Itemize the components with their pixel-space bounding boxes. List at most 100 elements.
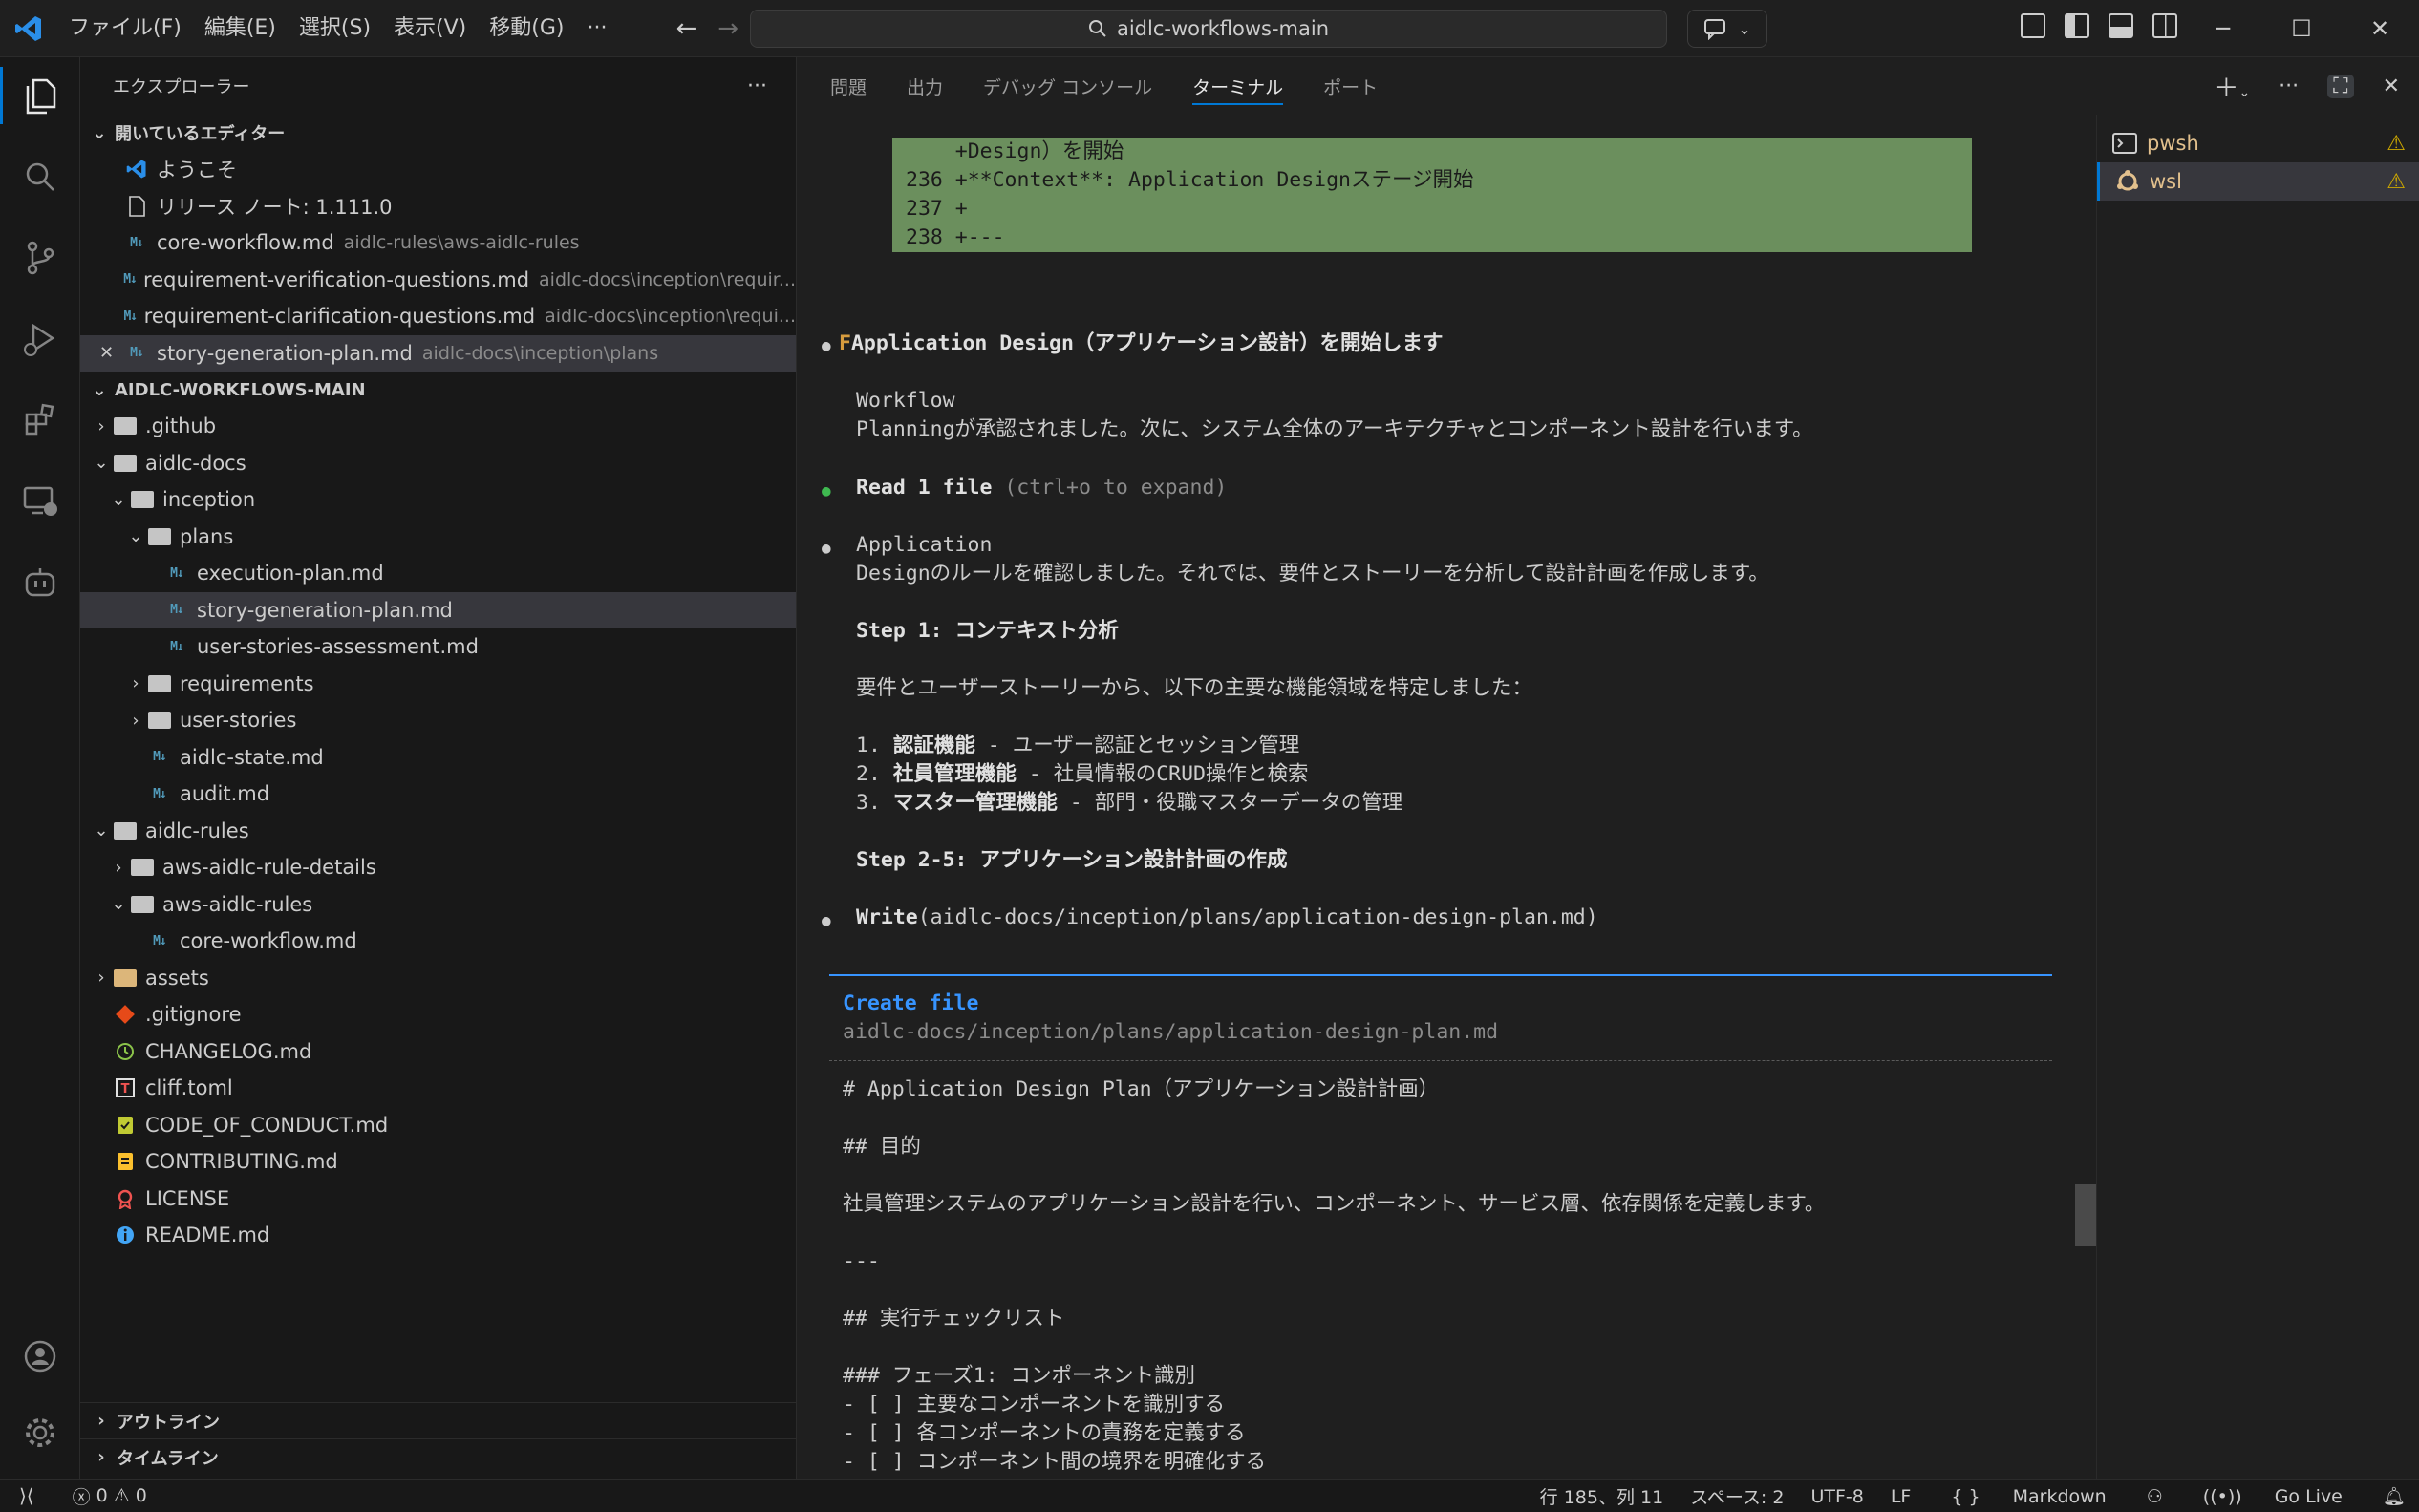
tab-terminal[interactable]: ターミナル bbox=[1192, 57, 1284, 115]
customize-layout-icon[interactable] bbox=[2021, 13, 2045, 38]
tab-problems[interactable]: 問題 bbox=[830, 57, 867, 115]
toggle-primary-sidebar-icon[interactable] bbox=[2065, 13, 2089, 38]
maximize-icon[interactable]: ☐ bbox=[2262, 0, 2341, 57]
extensions-icon[interactable] bbox=[0, 382, 80, 458]
open-editor-item[interactable]: リリース ノート: 1.111.0 bbox=[80, 188, 796, 225]
source-control-icon[interactable] bbox=[0, 220, 80, 296]
maximize-panel-icon[interactable]: ⛶ bbox=[2327, 74, 2354, 98]
explorer-icon[interactable] bbox=[0, 57, 80, 134]
tree-file[interactable]: LICENSE bbox=[80, 1181, 796, 1218]
forward-arrow-icon[interactable]: → bbox=[717, 14, 739, 43]
tree-file[interactable]: M↓ aidlc-state.md bbox=[80, 739, 796, 777]
tree-file[interactable]: CHANGELOG.md bbox=[80, 1033, 796, 1071]
open-editor-item[interactable]: ✕ M↓ story-generation-plan.md aidlc-docs\in… bbox=[80, 334, 796, 372]
menu-more[interactable]: ··· bbox=[575, 0, 618, 57]
tree-file[interactable]: CODE_OF_CONDUCT.md bbox=[80, 1107, 796, 1144]
command-center-search[interactable]: aidlc-workflows-main bbox=[750, 10, 1667, 48]
tree-folder[interactable]: ⌄ aws-aidlc-rules bbox=[80, 886, 796, 924]
tree-file[interactable]: Tcliff.toml bbox=[80, 1070, 796, 1107]
tree-folder[interactable]: ⌄ plans bbox=[80, 519, 796, 556]
tree-folder[interactable]: › requirements bbox=[80, 666, 796, 703]
end-of-line[interactable]: LF bbox=[1877, 1486, 1925, 1507]
open-editor-item[interactable]: ようこそ bbox=[80, 151, 796, 188]
tree-folder[interactable]: ⌄ aidlc-rules bbox=[80, 813, 796, 850]
tab-debug-console[interactable]: デバッグ コンソール bbox=[983, 57, 1152, 115]
chevron-right-icon: › bbox=[97, 1411, 105, 1431]
tree-item-label: aidlc-docs bbox=[145, 451, 246, 475]
terminal-item-pwsh[interactable]: pwsh ⚠ bbox=[2097, 124, 2419, 162]
step1-heading: Step 1: コンテキスト分析 bbox=[856, 619, 1119, 643]
outline-section[interactable]: › アウトライン bbox=[80, 1402, 797, 1438]
menu-selection[interactable]: 選択(S) bbox=[288, 0, 382, 57]
tree-file[interactable]: M↓ execution-plan.md bbox=[80, 555, 796, 592]
tree-file[interactable]: M↓ audit.md bbox=[80, 776, 796, 813]
tree-file[interactable]: M↓ core-workflow.md bbox=[80, 923, 796, 960]
notifications-bell-icon[interactable]: 🔔︎ bbox=[2369, 1485, 2419, 1507]
tree-item-label: aws-aidlc-rules bbox=[162, 892, 313, 916]
copilot-chat-button[interactable]: ⌄ bbox=[1687, 10, 1767, 48]
license-icon bbox=[111, 1188, 139, 1209]
tree-file[interactable]: CONTRIBUTING.md bbox=[80, 1143, 796, 1181]
search-icon[interactable] bbox=[0, 138, 80, 215]
back-arrow-icon[interactable]: ← bbox=[675, 14, 696, 43]
tree-folder[interactable]: › aws-aidlc-rule-details bbox=[80, 849, 796, 886]
tree-folder[interactable]: ⌄ aidlc-docs bbox=[80, 445, 796, 482]
close-icon[interactable]: ✕ bbox=[99, 343, 114, 363]
write-line: Write(aidlc-docs/inception/plans/applica… bbox=[856, 904, 1598, 932]
cursor-position[interactable]: 行 185、列 11 bbox=[1527, 1483, 1678, 1509]
language-mode[interactable]: { } Markdown bbox=[1924, 1486, 2132, 1507]
explorer-sidebar: エクスプローラー ··· ⌄ 開いているエディター ようこそ リリース ノート: … bbox=[80, 57, 797, 1479]
timeline-section[interactable]: › タイムライン bbox=[80, 1438, 797, 1475]
open-editors-section[interactable]: ⌄ 開いているエディター bbox=[80, 115, 796, 151]
menu-go[interactable]: 移動(G) bbox=[478, 0, 575, 57]
copilot-status-icon[interactable]: ⚇ bbox=[2133, 1486, 2176, 1507]
more-actions-icon[interactable]: ··· bbox=[2279, 75, 2299, 98]
open-editor-item[interactable]: M↓ requirement-clarification-questions.md… bbox=[80, 298, 796, 335]
tree-item-label: user-stories-assessment.md bbox=[197, 635, 479, 659]
tree-file[interactable]: M↓ story-generation-plan.md bbox=[80, 591, 796, 628]
new-terminal-icon[interactable]: ＋⌄ bbox=[2214, 69, 2250, 104]
remote-explorer-icon[interactable] bbox=[0, 463, 80, 540]
more-actions-icon[interactable]: ··· bbox=[747, 75, 767, 98]
tab-ports[interactable]: ポート bbox=[1323, 57, 1378, 115]
encoding[interactable]: UTF-8 bbox=[1797, 1486, 1876, 1507]
problems-indicator[interactable]: ⓧ 0 ⚠ 0 bbox=[54, 1483, 147, 1509]
tree-file[interactable]: M↓ user-stories-assessment.md bbox=[80, 628, 796, 666]
go-live-button[interactable]: ((•)) Go Live bbox=[2176, 1486, 2369, 1507]
menu-view[interactable]: 表示(V) bbox=[382, 0, 478, 57]
tree-file[interactable]: .gitignore bbox=[80, 996, 796, 1033]
account-icon[interactable] bbox=[0, 1318, 80, 1395]
copilot-agent-icon[interactable] bbox=[0, 544, 80, 621]
folder-icon bbox=[128, 491, 157, 509]
tree-folder[interactable]: › assets bbox=[80, 960, 796, 997]
tree-folder[interactable]: › .github bbox=[80, 408, 796, 445]
chevron-right-icon: › bbox=[97, 1447, 105, 1467]
terminal-output[interactable]: +Design）を開始 236 +**Context**: Applicatio… bbox=[797, 115, 2075, 1479]
indentation[interactable]: スペース: 2 bbox=[1677, 1483, 1797, 1509]
tree-file[interactable]: README.md bbox=[80, 1217, 796, 1254]
menu-file[interactable]: ファイル(F) bbox=[57, 0, 193, 57]
menu-bar: ファイル(F) 編集(E) 選択(S) 表示(V) 移動(G) ··· bbox=[57, 0, 618, 57]
close-panel-icon[interactable]: ✕ bbox=[2383, 75, 2400, 98]
open-editor-name: story-generation-plan.md bbox=[157, 341, 413, 365]
go-live-label: Go Live bbox=[2274, 1485, 2343, 1507]
workspace-section[interactable]: ⌄ AIDLC-WORKFLOWS-MAIN bbox=[80, 372, 796, 408]
menu-edit[interactable]: 編集(E) bbox=[193, 0, 288, 57]
run-debug-icon[interactable] bbox=[0, 301, 80, 377]
open-editor-item[interactable]: M↓ core-workflow.md aidlc-rules\aws-aidlc-… bbox=[80, 224, 796, 262]
terminal-item-wsl[interactable]: wsl ⚠ bbox=[2097, 162, 2419, 201]
tree-folder[interactable]: › user-stories bbox=[80, 702, 796, 739]
open-editor-item[interactable]: M↓ requirement-verification-questions.md a… bbox=[80, 262, 796, 299]
terminal-scrollbar[interactable] bbox=[2075, 1184, 2096, 1246]
tree-folder[interactable]: ⌄ inception bbox=[80, 481, 796, 519]
github-folder-icon bbox=[111, 417, 139, 436]
tree-item-label: .gitignore bbox=[145, 1003, 242, 1027]
toggle-panel-icon[interactable] bbox=[2109, 13, 2133, 38]
open-editor-path: aidlc-rules\aws-aidlc-rules bbox=[343, 232, 580, 254]
minimize-icon[interactable]: ─ bbox=[2184, 0, 2262, 57]
toggle-secondary-sidebar-icon[interactable] bbox=[2152, 13, 2177, 38]
settings-gear-icon[interactable] bbox=[0, 1395, 80, 1471]
tab-output[interactable]: 出力 bbox=[907, 57, 943, 115]
remote-indicator-icon[interactable]: ⟩⟨ bbox=[0, 1484, 54, 1507]
close-icon[interactable]: ✕ bbox=[2341, 0, 2419, 57]
